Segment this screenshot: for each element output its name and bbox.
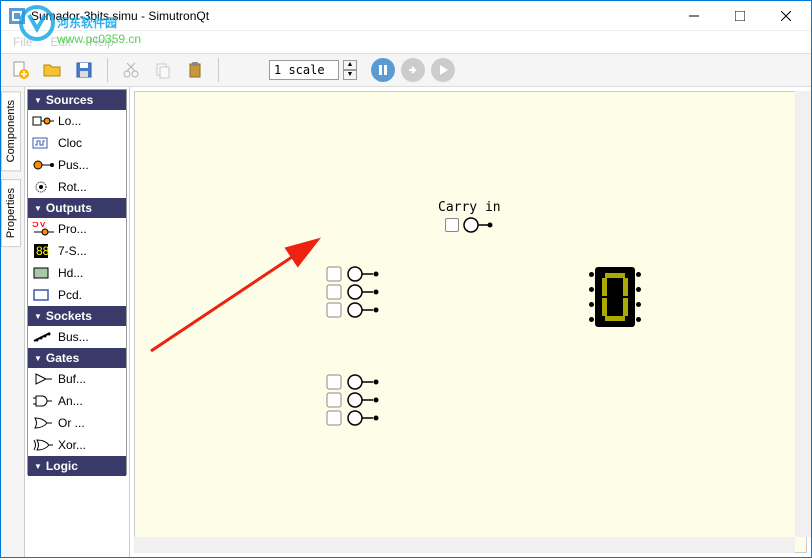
save-button[interactable]: [71, 57, 97, 83]
item-label: An...: [58, 394, 83, 408]
tab-properties[interactable]: Properties: [1, 179, 21, 247]
item-label: Buf...: [58, 372, 86, 386]
menu-edit[interactable]: Edit: [42, 33, 79, 51]
item-rotary[interactable]: Rot...: [28, 176, 126, 198]
separator: [107, 58, 108, 82]
item-probe[interactable]: 5V Pro...: [28, 218, 126, 240]
item-xor[interactable]: Xor...: [28, 434, 126, 456]
item-and[interactable]: An...: [28, 390, 126, 412]
item-sevenseg[interactable]: 88 7-S...: [28, 240, 126, 262]
item-logic-input[interactable]: Lo...: [28, 110, 126, 132]
horizontal-scrollbar[interactable]: [134, 537, 795, 553]
open-button[interactable]: [39, 57, 65, 83]
category-sockets[interactable]: Sockets: [28, 306, 126, 326]
paste-button[interactable]: [182, 57, 208, 83]
xor-icon: [32, 436, 54, 454]
minimize-button[interactable]: [671, 1, 717, 31]
tab-components[interactable]: Components: [1, 91, 21, 171]
item-label: Rot...: [58, 180, 87, 194]
input-bank-1[interactable]: [325, 264, 395, 323]
item-buffer[interactable]: Buf...: [28, 368, 126, 390]
scale-down-button[interactable]: ▼: [343, 70, 357, 80]
category-sources[interactable]: Sources: [28, 90, 126, 110]
circuit-canvas[interactable]: Carry in: [134, 91, 807, 553]
item-label: Pcd.: [58, 288, 82, 302]
step-button[interactable]: [401, 58, 425, 82]
vertical-tabs: Components Properties: [1, 87, 25, 557]
seven-segment-display[interactable]: [595, 267, 635, 327]
item-push[interactable]: Pus...: [28, 154, 126, 176]
menubar: File Edit Help: [1, 31, 811, 53]
new-button[interactable]: [7, 57, 33, 83]
carry-in-checkbox[interactable]: [445, 218, 459, 232]
item-label: Bus...: [58, 330, 89, 344]
window-title: Sumador-3bits.simu - SimutronQt: [31, 9, 671, 23]
menu-help[interactable]: Help: [81, 33, 122, 51]
item-label: Xor...: [58, 438, 86, 452]
logic-input-icon: [32, 112, 54, 130]
item-label: Pro...: [58, 222, 87, 236]
pcd-icon: [32, 286, 54, 304]
scale-input[interactable]: [269, 60, 339, 80]
item-label: 7-S...: [58, 244, 87, 258]
category-gates[interactable]: Gates: [28, 348, 126, 368]
buffer-icon: [32, 370, 54, 388]
app-icon: [9, 8, 25, 24]
carry-in-node[interactable]: [463, 216, 493, 234]
carry-in-label: Carry in: [438, 200, 501, 215]
input-bank-2[interactable]: [325, 372, 395, 431]
pause-button[interactable]: [371, 58, 395, 82]
component-sidebar: Sources Lo... Cloc Pus... Rot... Outputs…: [25, 87, 130, 557]
titlebar: Sumador-3bits.simu - SimutronQt: [1, 1, 811, 31]
maximize-button[interactable]: [717, 1, 763, 31]
probe-icon: 5V: [32, 220, 54, 238]
cut-button[interactable]: [118, 57, 144, 83]
copy-button[interactable]: [150, 57, 176, 83]
rotary-icon: [32, 178, 54, 196]
play-button[interactable]: [431, 58, 455, 82]
category-logic[interactable]: Logic: [28, 456, 126, 476]
and-icon: [32, 392, 54, 410]
item-or[interactable]: Or ...: [28, 412, 126, 434]
item-hd[interactable]: Hd...: [28, 262, 126, 284]
item-bus[interactable]: Bus...: [28, 326, 126, 348]
bus-icon: [32, 328, 54, 346]
separator: [218, 58, 219, 82]
category-outputs[interactable]: Outputs: [28, 198, 126, 218]
push-icon: [32, 156, 54, 174]
item-label: Hd...: [58, 266, 83, 280]
svg-text:88: 88: [36, 244, 50, 258]
menu-file[interactable]: File: [5, 33, 40, 51]
item-label: Or ...: [58, 416, 85, 430]
item-label: Cloc: [58, 136, 82, 150]
clock-icon: [32, 134, 54, 152]
item-pcd[interactable]: Pcd.: [28, 284, 126, 306]
scale-up-button[interactable]: ▲: [343, 60, 357, 70]
toolbar: ▲ ▼: [1, 53, 811, 87]
hd-icon: [32, 264, 54, 282]
item-label: Pus...: [58, 158, 89, 172]
vertical-scrollbar[interactable]: [795, 91, 811, 537]
close-button[interactable]: [763, 1, 809, 31]
canvas-area: Carry in: [130, 87, 811, 557]
sevenseg-icon: 88: [32, 242, 54, 260]
item-clock[interactable]: Cloc: [28, 132, 126, 154]
item-label: Lo...: [58, 114, 81, 128]
or-icon: [32, 414, 54, 432]
